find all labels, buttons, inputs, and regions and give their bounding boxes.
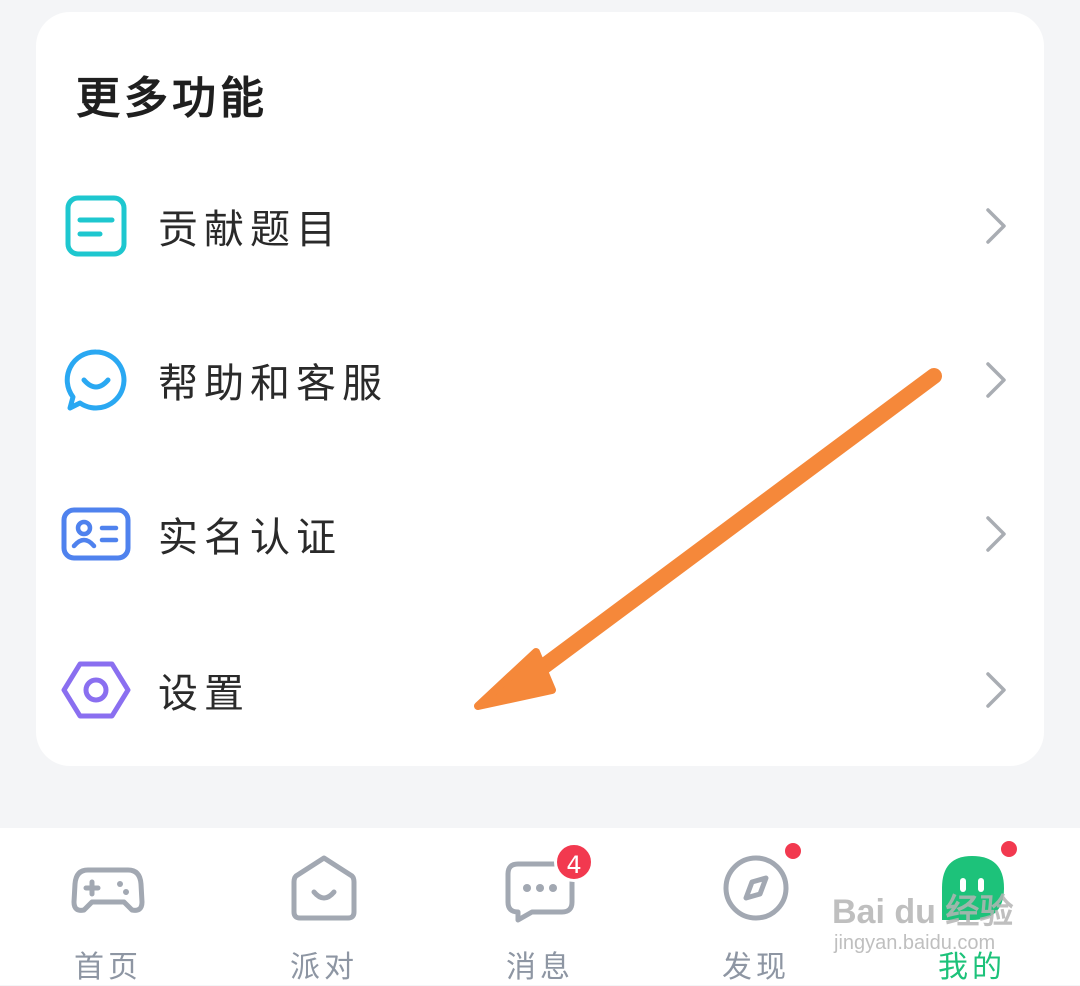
watermark-url: jingyan.baidu.com <box>834 932 996 954</box>
more-features-card: 更多功能 贡献题目 帮助和客服 实名认证 设置 <box>36 12 1044 766</box>
tab-discover[interactable]: 发现 <box>686 828 826 985</box>
tab-label: 首页 <box>74 950 142 985</box>
unread-count-badge: 4 <box>554 842 594 882</box>
notification-dot <box>998 838 1020 860</box>
menu-item-label: 帮助和客服 <box>158 361 388 407</box>
notification-dot <box>782 840 804 862</box>
menu-item-label: 实名认证 <box>158 515 342 561</box>
section-title: 更多功能 <box>76 73 268 124</box>
gamepad-icon <box>71 867 145 913</box>
chevron-right-icon <box>986 672 1006 708</box>
chevron-right-icon <box>986 362 1006 398</box>
tab-label: 派对 <box>290 950 358 985</box>
tab-home[interactable]: 首页 <box>38 828 178 985</box>
menu-item-help-support[interactable]: 帮助和客服 <box>36 320 1044 440</box>
tab-label: 消息 <box>506 950 574 985</box>
menu-item-contribute-questions[interactable]: 贡献题目 <box>36 166 1044 286</box>
hexagon-settings-icon <box>61 661 131 719</box>
party-home-icon <box>291 855 357 921</box>
baidu-jingyan-watermark: Bai du 经验 jingyan.baidu.com <box>826 866 1080 966</box>
compass-icon <box>723 855 789 921</box>
menu-item-label: 贡献题目 <box>158 207 342 253</box>
chevron-right-icon <box>986 516 1006 552</box>
document-icon <box>65 195 127 257</box>
menu-item-settings[interactable]: 设置 <box>36 630 1044 750</box>
chevron-right-icon <box>986 208 1006 244</box>
watermark-brand: Bai du 经验 <box>832 893 1014 931</box>
tab-messages[interactable]: 4 消息 <box>470 828 610 985</box>
menu-item-label: 设置 <box>158 671 250 717</box>
tab-label: 发现 <box>722 950 790 985</box>
tab-party[interactable]: 派对 <box>254 828 394 985</box>
id-card-icon <box>61 507 131 561</box>
chat-bubble-icon <box>64 349 127 411</box>
menu-item-real-name-verification[interactable]: 实名认证 <box>36 474 1044 594</box>
